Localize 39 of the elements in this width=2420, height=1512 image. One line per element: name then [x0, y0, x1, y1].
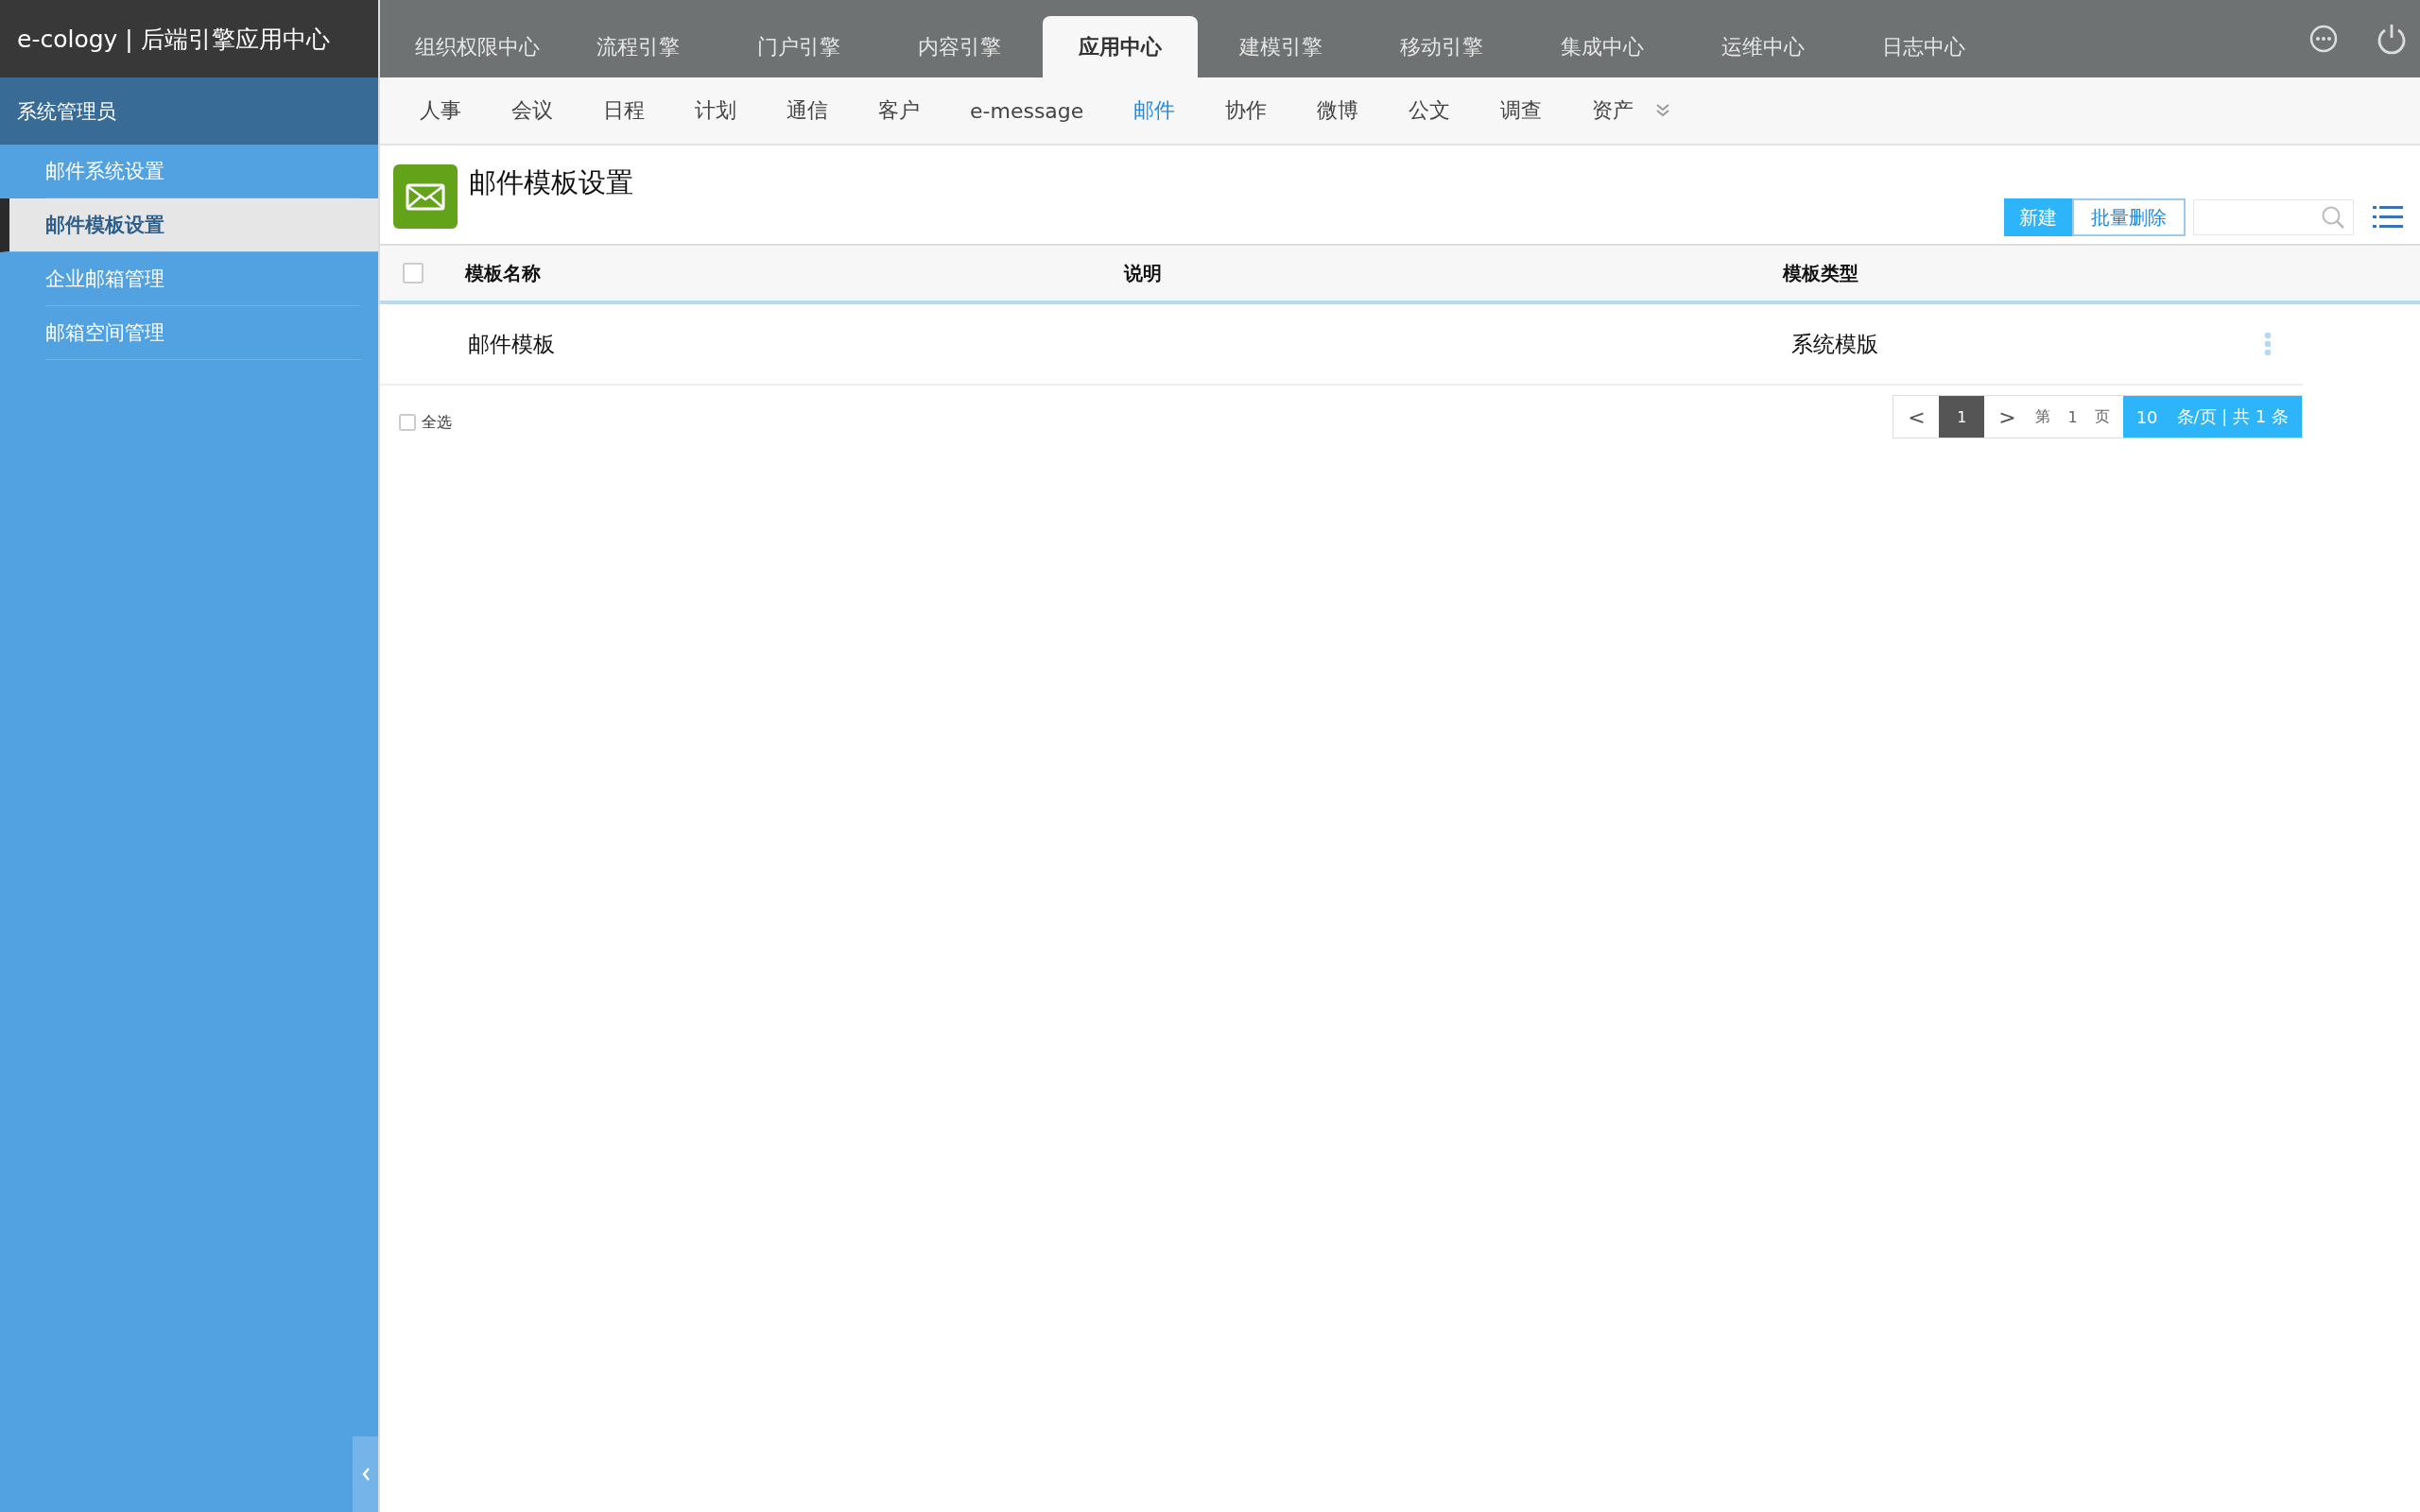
nav-link[interactable]: 协作 [1225, 96, 1268, 125]
page-button[interactable]: 1 [1939, 396, 1985, 438]
module-tab[interactable]: 流程引擎 [558, 16, 718, 77]
app-title: e-cology | 后端引擎应用中心 [0, 0, 378, 77]
module-tab[interactable]: 门户引擎 [718, 16, 879, 77]
batch-delete-button[interactable]: 批量删除 [2072, 198, 2186, 236]
module-tab[interactable]: 日志中心 [1843, 16, 2004, 77]
column-header: 说明 [1124, 260, 1163, 286]
module-tab[interactable]: 建模引擎 [1201, 16, 1361, 77]
column-header: 模板名称 [465, 260, 542, 286]
module-tab[interactable]: 组织权限中心 [397, 16, 558, 77]
module-tab[interactable]: 运维中心 [1683, 16, 1843, 77]
nav-link[interactable]: 微博 [1317, 96, 1359, 125]
sidebar-item[interactable]: 邮件模板设置 [0, 198, 378, 252]
page-suffix: 页 [2093, 406, 2111, 427]
nav-link[interactable]: 调查 [1500, 96, 1543, 125]
select-all-label: 全选 [422, 412, 452, 433]
table-cell: 系统模版 [1791, 331, 1878, 356]
nav-link[interactable]: 计划 [695, 96, 736, 125]
page-title: 邮件模板设置 [469, 165, 633, 200]
nav-link[interactable]: 人事 [420, 96, 461, 125]
module-tab[interactable]: 集成中心 [1522, 16, 1683, 77]
nav-link[interactable]: 公文 [1409, 96, 1451, 125]
nav-link[interactable]: 通信 [786, 96, 828, 125]
page-summary: 条/页 | 共 1 条 [2176, 405, 2289, 428]
module-tab[interactable]: 移动引擎 [1361, 16, 1522, 77]
nav-link[interactable]: 日程 [603, 96, 645, 125]
nav-link[interactable]: 邮件 [1133, 96, 1176, 125]
page-input[interactable]: 1 [2056, 407, 2089, 426]
page-prefix: 第 [2034, 406, 2052, 427]
nav-link[interactable]: 会议 [511, 96, 553, 125]
user-name: 系统管理员 [0, 77, 378, 145]
table-cell: 邮件模板 [468, 331, 555, 356]
nav-link[interactable]: 资产 [1592, 96, 1634, 125]
nav-link[interactable]: e-message [970, 98, 1084, 123]
column-header: 模板类型 [1783, 260, 1859, 286]
nav-link[interactable]: 客户 [878, 96, 920, 125]
module-tab[interactable]: 应用中心 [1043, 16, 1198, 77]
module-tab[interactable]: 内容引擎 [879, 16, 1040, 77]
